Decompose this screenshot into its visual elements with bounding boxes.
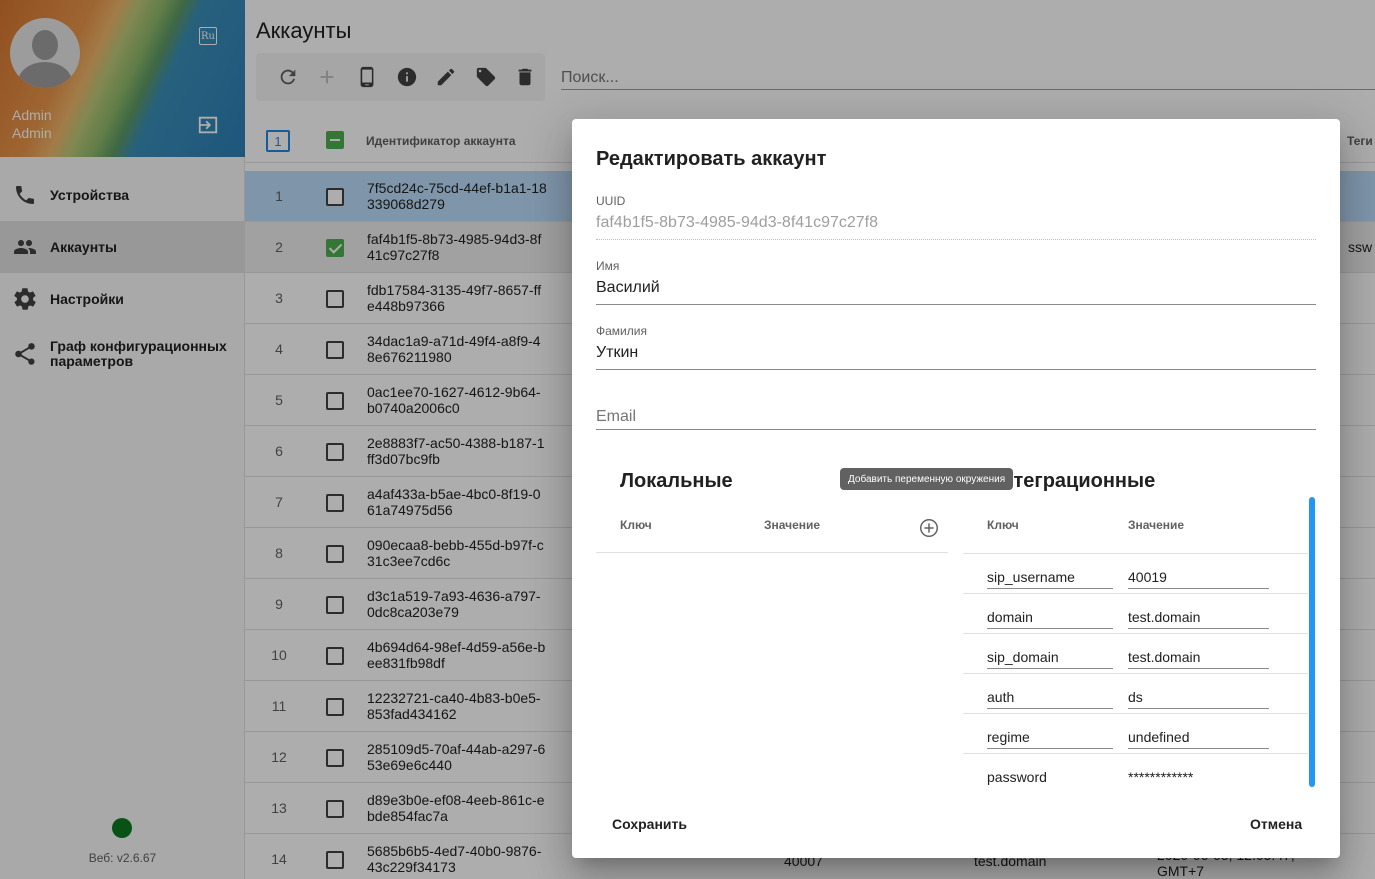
integration-vars-scrollbar[interactable] xyxy=(1309,497,1315,787)
first-name-field[interactable]: Имя Василий xyxy=(596,259,1316,305)
cancel-button[interactable]: Отмена xyxy=(1250,816,1302,832)
var-key-input[interactable]: sip_domain xyxy=(987,649,1113,669)
integration-var-row: auth ds xyxy=(987,681,1269,721)
var-value-input[interactable]: 40019 xyxy=(1128,569,1269,589)
var-value-input[interactable]: undefined xyxy=(1128,729,1269,749)
email-input[interactable]: Email xyxy=(596,404,1316,430)
integration-divider xyxy=(963,713,1308,714)
integration-var-row: regime undefined xyxy=(987,721,1269,761)
var-key-input[interactable]: password xyxy=(987,769,1113,788)
integration-divider xyxy=(963,673,1308,674)
last-name-input[interactable]: Уткин xyxy=(596,344,1316,370)
var-key-input[interactable]: domain xyxy=(987,609,1113,629)
uuid-label: UUID xyxy=(596,194,626,208)
add-env-variable-button[interactable] xyxy=(918,517,940,544)
local-value-header: Значение xyxy=(764,518,821,532)
integration-divider xyxy=(963,593,1308,594)
add-env-tooltip: Добавить переменную окружения xyxy=(840,468,1014,490)
integration-divider xyxy=(963,753,1308,754)
integration-divider xyxy=(963,633,1308,634)
integration-var-row: password ************ xyxy=(987,761,1269,788)
uuid-field: UUID faf4b1f5-8b73-4985-94d3-8f41c97c27f… xyxy=(596,194,1316,240)
integration-vars-list: sip_username 40019 domain test.domain sip_do… xyxy=(963,493,1317,788)
var-value-input[interactable]: test.domain xyxy=(1128,609,1269,629)
integration-var-row: sip_domain test.domain xyxy=(987,641,1269,681)
save-button[interactable]: Сохранить xyxy=(612,816,687,832)
add-circle-icon xyxy=(920,519,938,537)
var-value-input[interactable]: ds xyxy=(1128,689,1269,709)
first-name-input[interactable]: Василий xyxy=(596,279,1316,305)
email-field[interactable]: Email xyxy=(596,404,1316,430)
edit-account-dialog: Редактировать аккаунт UUID faf4b1f5-8b73… xyxy=(572,119,1340,858)
last-name-field[interactable]: Фамилия Уткин xyxy=(596,324,1316,370)
var-key-input[interactable]: auth xyxy=(987,689,1113,709)
first-name-label: Имя xyxy=(596,259,620,273)
integration-divider xyxy=(963,553,1308,554)
var-key-input[interactable]: sip_username xyxy=(987,569,1113,589)
integration-var-row: sip_username 40019 xyxy=(987,561,1269,601)
local-vars-title: Локальные xyxy=(620,470,733,492)
uuid-value: faf4b1f5-8b73-4985-94d3-8f41c97c27f8 xyxy=(596,214,1316,240)
var-key-input[interactable]: regime xyxy=(987,729,1113,749)
var-value-input[interactable]: test.domain xyxy=(1128,649,1269,669)
integration-var-row: domain test.domain xyxy=(987,601,1269,641)
var-value-input[interactable]: ************ xyxy=(1128,769,1269,788)
last-name-label: Фамилия xyxy=(596,324,647,338)
local-vars-divider xyxy=(596,552,948,553)
dialog-title: Редактировать аккаунт xyxy=(596,148,827,170)
local-key-header: Ключ xyxy=(620,518,652,532)
